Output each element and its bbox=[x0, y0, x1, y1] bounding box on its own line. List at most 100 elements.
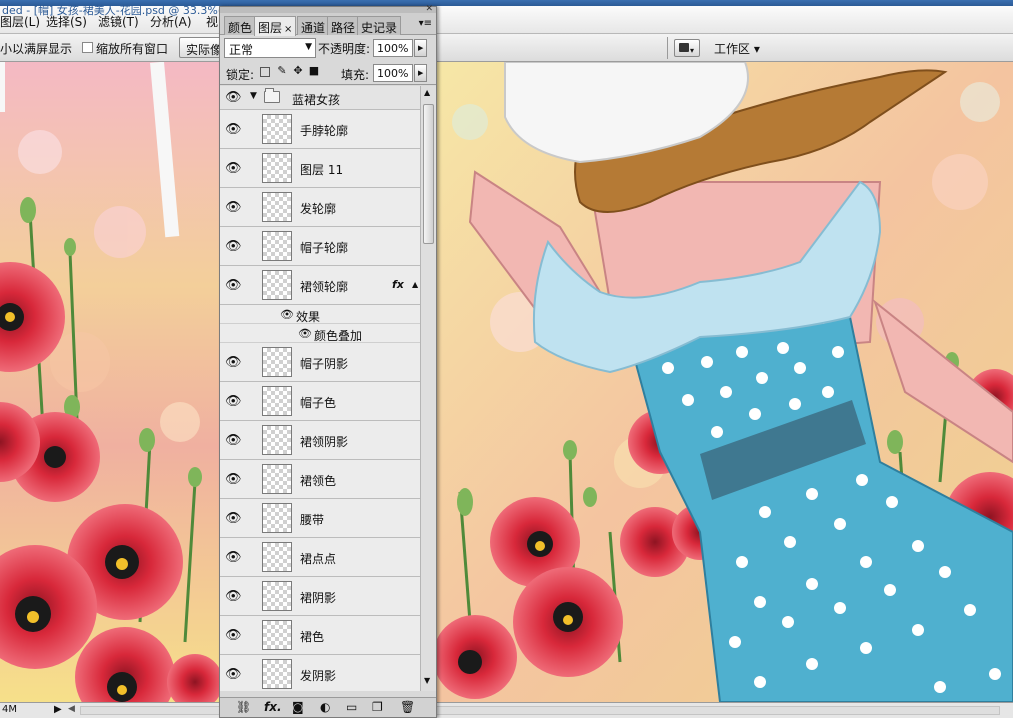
layers-scrollbar[interactable]: ▲ ▼ bbox=[420, 86, 436, 691]
workspace-button[interactable]: 工作区 ▾ bbox=[714, 40, 760, 57]
layer-thumbnail bbox=[262, 464, 292, 494]
lock-row: 锁定: ✎ ✥ ■ 填充: 100% ▶ bbox=[220, 61, 436, 85]
scroll-up-icon[interactable]: ▲ bbox=[424, 88, 430, 97]
layer-name: 发轮廓 bbox=[300, 202, 337, 216]
layer-thumbnail bbox=[262, 386, 292, 416]
tab-color[interactable]: 颜色 bbox=[224, 16, 257, 35]
layer-name: 裙阴影 bbox=[300, 591, 337, 605]
layer-row[interactable]: 👁 裙色 bbox=[220, 616, 420, 655]
tab-close-icon[interactable]: × bbox=[284, 24, 292, 35]
effects-expand-icon[interactable]: ▲ bbox=[412, 280, 418, 289]
layer-thumbnail bbox=[262, 581, 292, 611]
lock-position-move-icon[interactable]: ✥ bbox=[292, 65, 304, 77]
layer-effects-fx-icon[interactable]: fx bbox=[392, 278, 404, 291]
eye-icon[interactable]: 👁 bbox=[225, 551, 242, 564]
layer-thumbnail bbox=[262, 270, 292, 300]
eye-icon[interactable]: 👁 bbox=[225, 629, 242, 642]
menu-analysis[interactable]: 分析(A) bbox=[150, 13, 192, 30]
layer-row[interactable]: 👁 发阴影 bbox=[220, 655, 420, 691]
menu-filter[interactable]: 滤镜(T) bbox=[98, 13, 139, 30]
zoom-all-label[interactable]: 缩放所有窗口 bbox=[96, 40, 168, 57]
panel-menu-icon[interactable]: ▾≡ bbox=[419, 18, 432, 29]
status-menu-arrow-icon[interactable]: ▶ bbox=[54, 704, 62, 715]
effects-row[interactable]: 👁 效果 bbox=[220, 305, 420, 324]
scroll-left-icon[interactable]: ◀ bbox=[68, 704, 75, 714]
eye-icon[interactable]: 👁 bbox=[225, 162, 242, 175]
eye-icon[interactable]: 👁 bbox=[225, 356, 242, 369]
layer-row[interactable]: 👁 裙领轮廓 fx ▲ bbox=[220, 266, 420, 305]
add-mask-icon[interactable]: ◙ bbox=[292, 701, 304, 714]
layer-row[interactable]: 👁 裙领阴影 bbox=[220, 421, 420, 460]
layer-row[interactable]: 👁 图层 11 bbox=[220, 149, 420, 188]
layer-row[interactable]: 👁 手脖轮廓 bbox=[220, 110, 420, 149]
lock-all-icon[interactable]: ■ bbox=[308, 65, 320, 77]
menu-layer[interactable]: 图层(L) bbox=[0, 13, 40, 30]
eye-icon[interactable]: 👁 bbox=[225, 201, 242, 214]
eye-icon[interactable]: 👁 bbox=[225, 434, 242, 447]
layer-row[interactable]: 👁 腰带 bbox=[220, 499, 420, 538]
fill-slider-arrow-icon[interactable]: ▶ bbox=[414, 64, 427, 82]
blend-mode-select[interactable]: 正常 ▼ bbox=[224, 38, 316, 58]
eye-icon[interactable]: 👁 bbox=[225, 240, 242, 253]
layer-name: 裙领色 bbox=[300, 474, 337, 488]
layer-row[interactable]: 👁 帽子轮廓 bbox=[220, 227, 420, 266]
tab-history[interactable]: 史记录 bbox=[357, 16, 402, 35]
layer-row[interactable]: 👁 发轮廓 bbox=[220, 188, 420, 227]
tab-layers[interactable]: 图层 × bbox=[254, 16, 297, 36]
layer-name: 裙点点 bbox=[300, 552, 337, 566]
layer-name: 裙色 bbox=[300, 630, 325, 644]
layer-row[interactable]: 👁 帽子阴影 bbox=[220, 343, 420, 382]
layer-row[interactable]: 👁 裙点点 bbox=[220, 538, 420, 577]
lock-transparency-icon[interactable] bbox=[260, 67, 270, 77]
opacity-slider-arrow-icon[interactable]: ▶ bbox=[414, 39, 427, 57]
document-canvas[interactable] bbox=[0, 62, 1013, 702]
layer-row[interactable]: 👁 裙领色 bbox=[220, 460, 420, 499]
bridge-icon[interactable]: ▾ bbox=[674, 39, 700, 57]
eye-icon[interactable]: 👁 bbox=[280, 308, 294, 321]
scrollbar-thumb[interactable] bbox=[423, 104, 434, 244]
panel-tabs: 颜色 图层 × 通道 路径 史记录 ▾≡ bbox=[220, 13, 436, 36]
link-layers-icon[interactable]: ⛓ bbox=[236, 701, 251, 714]
eye-icon[interactable]: 👁 bbox=[225, 123, 242, 136]
layer-thumbnail bbox=[262, 114, 292, 144]
lock-image-brush-icon[interactable]: ✎ bbox=[276, 65, 288, 77]
group-name: 蓝裙女孩 bbox=[292, 93, 341, 107]
eye-icon[interactable]: 👁 bbox=[298, 327, 312, 340]
group-collapse-icon[interactable]: ▼ bbox=[250, 91, 257, 101]
effects-label: 效果 bbox=[296, 310, 321, 324]
fit-screen-label[interactable]: 小以满屏显示 bbox=[0, 40, 72, 57]
menu-bar: ded - [帽] 女孩-裙美人-花园.psd @ 33.3%(背景, RGB/… bbox=[0, 4, 1013, 34]
eye-icon[interactable]: 👁 bbox=[225, 473, 242, 486]
eye-icon[interactable]: 👁 bbox=[225, 512, 242, 525]
artwork bbox=[0, 62, 1013, 702]
add-layer-style-icon[interactable]: fx. bbox=[264, 701, 282, 714]
menu-select[interactable]: 选择(S) bbox=[46, 13, 87, 30]
horizontal-scrollbar[interactable] bbox=[80, 706, 1000, 715]
eye-icon[interactable]: 👁 bbox=[225, 279, 242, 292]
layer-row[interactable]: 👁 裙阴影 bbox=[220, 577, 420, 616]
eye-icon[interactable]: 👁 bbox=[225, 395, 242, 408]
eye-icon[interactable]: 👁 bbox=[225, 590, 242, 603]
eye-icon[interactable]: 👁 bbox=[225, 668, 242, 681]
opacity-input[interactable]: 100% bbox=[373, 39, 413, 57]
zoom-all-checkbox[interactable] bbox=[82, 42, 93, 53]
scroll-down-icon[interactable]: ▼ bbox=[424, 676, 430, 685]
menu-view[interactable]: 视 bbox=[206, 13, 218, 30]
effect-item-row[interactable]: 👁 颜色叠加 bbox=[220, 324, 420, 343]
layer-name: 帽子色 bbox=[300, 396, 337, 410]
tab-channels[interactable]: 通道 bbox=[297, 16, 330, 35]
fill-input[interactable]: 100% bbox=[373, 64, 413, 82]
layer-name: 帽子轮廓 bbox=[300, 241, 349, 255]
eye-icon[interactable]: 👁 bbox=[225, 91, 242, 104]
layer-thumbnail bbox=[262, 153, 292, 183]
layer-thumbnail bbox=[262, 620, 292, 650]
blend-row: 正常 ▼ 不透明度: 100% ▶ bbox=[220, 36, 436, 60]
layer-thumbnail bbox=[262, 425, 292, 455]
new-layer-icon[interactable]: ❐ bbox=[372, 701, 383, 714]
tab-paths[interactable]: 路径 bbox=[327, 16, 360, 35]
new-group-icon[interactable]: ▭ bbox=[346, 701, 357, 714]
delete-layer-trash-icon[interactable]: 🗑 bbox=[400, 701, 415, 714]
adjustment-layer-icon[interactable]: ◐ bbox=[320, 701, 330, 714]
layer-group[interactable]: 👁 ▼ 蓝裙女孩 bbox=[220, 86, 420, 110]
layer-row[interactable]: 👁 帽子色 bbox=[220, 382, 420, 421]
